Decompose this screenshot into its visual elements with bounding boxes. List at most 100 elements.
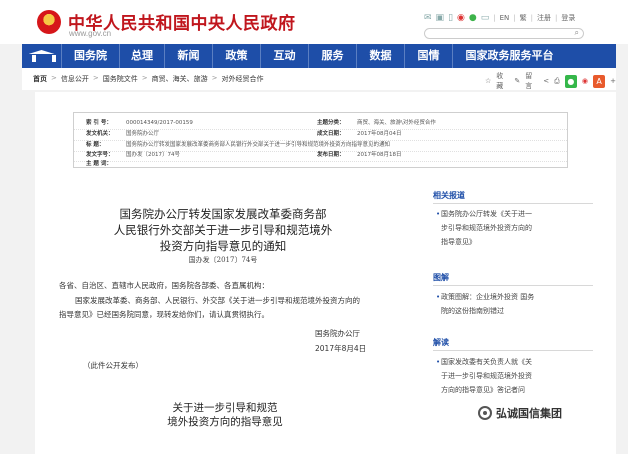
brand-name: 弘诚国信集团 (496, 407, 562, 420)
divider: | (493, 14, 496, 22)
home-button[interactable] (22, 44, 62, 68)
meta-row: 标 题： 国务院办公厅转发国家发展改革委商务部人民银行外交部关于进一步引导和规范… (74, 141, 567, 150)
mobile-icon[interactable]: ▯ (448, 12, 453, 24)
body-paragraph: 国家发展改革委、商务部、人民银行、外交部《关于进一步引导和规范境外投资方向的 (75, 296, 360, 305)
meta-label: 主 题 词： (86, 161, 112, 167)
meta-value: 国务院办公厅 (126, 131, 160, 137)
article-panel: 索 引 号： 000014349/2017-00159 主题分类： 商贸、海关、… (35, 92, 616, 454)
main-nav: 国务院 总理 新闻 政策 互动 服务 数据 国情 国家政务服务平台 (22, 44, 616, 68)
nav-item-service-platform[interactable]: 国家政务服务平台 (453, 44, 566, 68)
search-input[interactable]: ⌕ (424, 28, 584, 39)
meta-value: 2017年08月04日 (357, 131, 402, 137)
wechat-share-icon[interactable]: ● (564, 74, 577, 88)
comment-link[interactable]: 留言 (525, 71, 538, 91)
search-icon[interactable]: ⌕ (575, 28, 579, 38)
meta-row: 发文字号： 国办发〔2017〕74号 发布日期： 2017年08月18日 (74, 151, 567, 160)
title-line: 人民银行外交部关于进一步引导和规范境外 (113, 223, 333, 237)
meta-row: 发文机关： 国务院办公厅 成文日期： 2017年08月04日 (74, 130, 567, 139)
sidebar-heading-diagram: 图解 (433, 273, 449, 282)
meta-row: 主 题 词： (74, 160, 567, 169)
meta-value: 2017年08月18日 (357, 152, 402, 158)
breadcrumb-item[interactable]: 国务院文件 (103, 74, 138, 84)
meta-row: 索 引 号： 000014349/2017-00159 主题分类： 商贸、海关、… (74, 119, 567, 128)
sidebar-heading-related: 相关报道 (433, 191, 465, 200)
site-url: www.gov.cn (69, 29, 112, 38)
tiananmen-icon (29, 50, 56, 62)
font-size-icon[interactable]: A (593, 74, 606, 88)
divider (433, 203, 593, 204)
mail-icon[interactable]: ✉ (424, 12, 432, 24)
breadcrumb-item[interactable]: 信息公开 (61, 74, 89, 84)
sidebar-link-related[interactable]: 国务院办公厅转发《关于进一 步引导和规范境外投资方向的 指导意见》 (441, 207, 591, 249)
nav-item-national-conditions[interactable]: 国情 (405, 44, 453, 68)
bullet-icon: • (436, 293, 441, 301)
title-line: 国务院办公厅转发国家发展改革委商务部 (119, 207, 327, 221)
english-link[interactable]: EN (500, 14, 510, 22)
greeting-text: 各省、自治区、直辖市人民政府，国务院各部委、各直属机构： (59, 281, 269, 290)
weibo-icon[interactable]: ◉ (457, 12, 465, 24)
nav-item-data[interactable]: 数据 (357, 44, 405, 68)
link-line: 步引导和规范境外投资方向的 (441, 224, 532, 232)
link-line: 国务院办公厅转发《关于进一 (441, 210, 532, 218)
sidebar-link-reading[interactable]: 国家发改委有关负责人就《关 于进一步引导和规范境外投资 方向的指导意见》答记者问 (441, 355, 591, 397)
share-icon[interactable]: < (543, 77, 549, 85)
signature: 国务院办公厅 (315, 329, 360, 338)
meta-label: 标 题： (86, 142, 105, 148)
tv-icon[interactable]: ▭ (481, 12, 490, 24)
breadcrumb-item[interactable]: 商贸、海关、旅游 (152, 74, 208, 84)
chevron-right-icon: > (51, 74, 57, 82)
link-line: 政策图解：企业境外投资 国务 (441, 293, 535, 301)
nav-item-state-council[interactable]: 国务院 (62, 44, 120, 68)
comment-icon[interactable]: ✎ (514, 77, 520, 85)
login-link[interactable]: 登录 (561, 13, 575, 23)
wechat-icon[interactable]: ● (469, 12, 477, 24)
chevron-right-icon: > (141, 74, 148, 82)
sidebar-link-diagram[interactable]: 政策图解：企业境外投资 国务 院的这份指南别错过 (441, 290, 591, 318)
breadcrumb: 首页 > 信息公开 > 国务院文件 > 商贸、海关、旅游 > 对外经贸合作 (33, 74, 264, 84)
divider: | (555, 14, 558, 22)
nav-item-service[interactable]: 服务 (309, 44, 357, 68)
divider: | (530, 14, 533, 22)
register-link[interactable]: 注册 (537, 13, 551, 23)
document-number: 国办发〔2017〕74号 (188, 256, 258, 264)
plus-icon[interactable]: + (610, 77, 616, 85)
meta-label: 主题分类： (317, 120, 345, 126)
meta-value: 国务院办公厅转发国家发展改革委商务部人民银行外交部关于进一步引导和规范境外投资方… (126, 142, 391, 148)
link-line: 方向的指导意见》答记者问 (441, 386, 525, 394)
star-icon[interactable]: ☆ (485, 77, 491, 85)
breadcrumb-home[interactable]: 首页 (33, 74, 47, 84)
sidebar-heading-reading: 解读 (433, 338, 449, 347)
publish-note: （此件公开发布） (83, 361, 143, 370)
nav-item-policy[interactable]: 政策 (213, 44, 261, 68)
metadata-table: 索 引 号： 000014349/2017-00159 主题分类： 商贸、海关、… (73, 112, 568, 168)
nav-item-interaction[interactable]: 互动 (261, 44, 309, 68)
meta-label: 成文日期： (317, 131, 345, 137)
link-line: 指导意见》 (441, 238, 476, 246)
favorite-link[interactable]: 收藏 (496, 71, 509, 91)
meta-label: 发文字号： (86, 152, 114, 158)
meta-value: 000014349/2017-00159 (126, 120, 193, 126)
header-tools: ✉ ▣ ▯ ◉ ● ▭ | EN | 繁 | 注册 | 登录 (424, 12, 575, 24)
watermark-brand: 弘诚国信集团 (478, 405, 562, 421)
traditional-chinese-link[interactable]: 繁 (520, 13, 527, 23)
body-paragraph: 指导意见》已经国务院同意，现转发给你们，请认真贯彻执行。 (59, 310, 269, 319)
link-line: 院的这份指南别错过 (441, 307, 504, 315)
page-actions: ☆ 收藏 ✎ 留言 < ⎙ ● ◉ A + (485, 71, 616, 91)
article-title: 国务院办公厅转发国家发展改革委商务部 人民银行外交部关于进一步引导和规范境外 投… (93, 206, 353, 254)
nav-item-premier[interactable]: 总理 (120, 44, 165, 68)
subtitle-line: 境外投资方向的指导意见 (167, 416, 283, 428)
bullet-icon: • (436, 358, 441, 366)
national-emblem-icon[interactable] (37, 10, 61, 34)
title-line: 投资方向指导意见的通知 (159, 239, 287, 253)
chevron-right-icon: > (92, 74, 99, 82)
link-line: 国家发改委有关负责人就《关 (441, 358, 532, 366)
sign-date: 2017年8月4日 (315, 344, 367, 353)
rss-icon[interactable]: ▣ (436, 12, 445, 24)
print-icon[interactable]: ⎙ (554, 77, 560, 86)
attachment-title: 关于进一步引导和规范 境外投资方向的指导意见 (135, 401, 315, 429)
divider (433, 285, 593, 286)
meta-label: 索 引 号： (86, 120, 112, 126)
nav-item-news[interactable]: 新闻 (165, 44, 213, 68)
weibo-share-icon[interactable]: ◉ (582, 77, 588, 85)
breadcrumb-item[interactable]: 对外经贸合作 (222, 74, 264, 84)
